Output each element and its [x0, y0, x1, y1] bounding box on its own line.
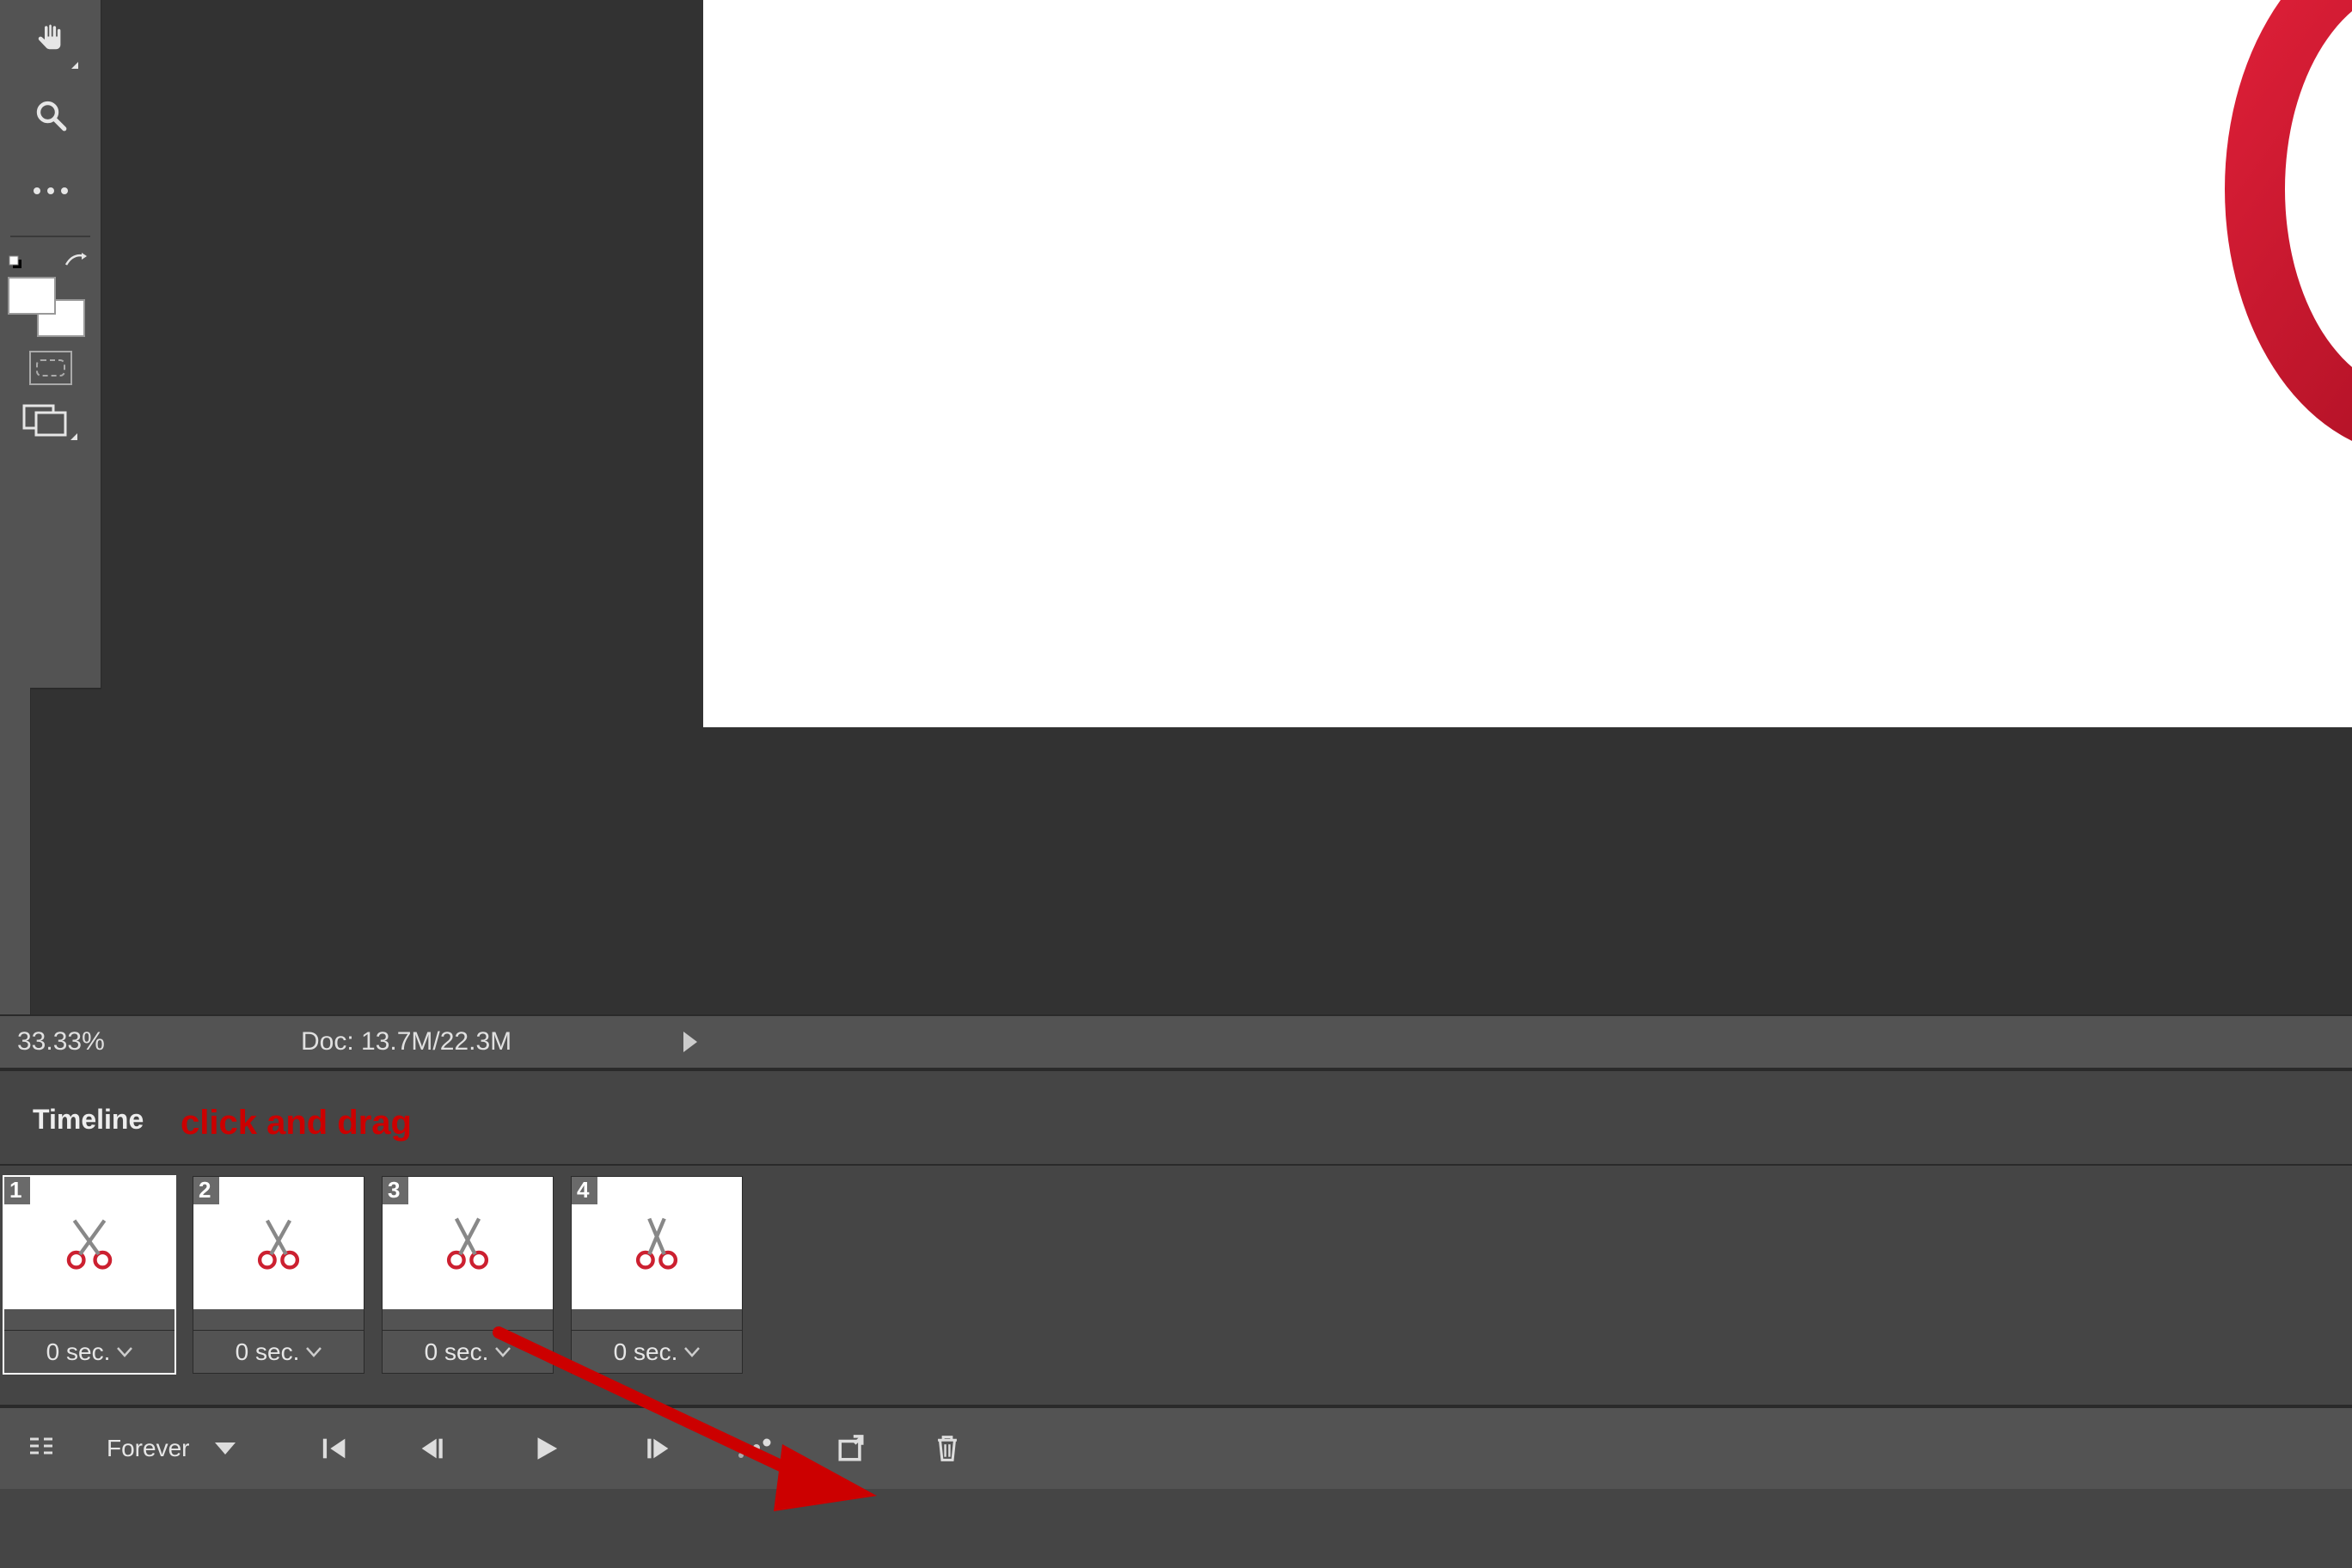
- scissors-icon: [59, 1213, 119, 1273]
- convert-timeline-button[interactable]: [10, 1424, 72, 1473]
- trash-icon: [934, 1434, 960, 1463]
- edit-toolbar-button[interactable]: [20, 160, 82, 222]
- frame-delay-value: 0 sec.: [614, 1338, 678, 1366]
- first-frame-button[interactable]: [304, 1424, 366, 1473]
- document-canvas[interactable]: [703, 0, 2352, 727]
- canvas-graphic: [2156, 0, 2352, 481]
- step-forward-icon: [644, 1434, 673, 1463]
- frame-2[interactable]: 2 0 sec.: [193, 1176, 364, 1374]
- duplicate-frame-button[interactable]: [820, 1424, 882, 1473]
- chevron-down-icon: [495, 1347, 511, 1357]
- new-frame-icon: [836, 1434, 866, 1463]
- quick-mask-button[interactable]: [29, 351, 72, 385]
- frame-delay-dropdown[interactable]: 0 sec.: [193, 1330, 364, 1373]
- hand-tool-button[interactable]: [20, 9, 82, 70]
- swap-colors-icon[interactable]: [63, 251, 89, 272]
- flyout-indicator-icon: [71, 62, 78, 69]
- previous-frame-button[interactable]: [401, 1424, 462, 1473]
- chevron-down-icon: [684, 1347, 700, 1357]
- frame-thumbnail[interactable]: 2: [193, 1177, 364, 1309]
- frame-number-badge: 2: [193, 1177, 219, 1204]
- zoom-tool-button[interactable]: [20, 84, 82, 146]
- frame-delay-value: 0 sec.: [46, 1338, 111, 1366]
- timeline-panel: Timeline click and drag 1 0 sec. 2: [0, 1069, 2352, 1568]
- tween-button[interactable]: [724, 1424, 786, 1473]
- status-more-icon[interactable]: [683, 1032, 697, 1052]
- frames-strip: 1 0 sec. 2: [0, 1166, 2352, 1406]
- frame-number-badge: 4: [572, 1177, 597, 1204]
- scissors-icon: [627, 1213, 687, 1273]
- frame-delay-value: 0 sec.: [425, 1338, 489, 1366]
- frame-delay-dropdown[interactable]: 0 sec.: [383, 1330, 553, 1373]
- frame-delay-value: 0 sec.: [236, 1338, 300, 1366]
- play-button[interactable]: [514, 1424, 576, 1473]
- timeline-tab[interactable]: Timeline: [15, 1092, 161, 1144]
- foreground-background-swatches[interactable]: [8, 251, 94, 337]
- chevron-down-icon: [215, 1442, 236, 1455]
- step-back-icon: [417, 1434, 446, 1463]
- frame-thumbnail[interactable]: 1: [4, 1177, 175, 1309]
- frame-1[interactable]: 1 0 sec.: [3, 1176, 175, 1374]
- play-icon: [530, 1434, 560, 1463]
- flyout-indicator-icon: [70, 433, 77, 440]
- frame-3[interactable]: 3 0 sec.: [382, 1176, 554, 1374]
- scissors-icon: [248, 1213, 309, 1273]
- canvas-area[interactable]: [101, 0, 2352, 1014]
- timeline-header: Timeline click and drag: [0, 1071, 2352, 1166]
- tween-icon: [738, 1438, 772, 1459]
- annotation-label: click and drag: [181, 1104, 412, 1142]
- chevron-down-icon: [306, 1347, 322, 1357]
- foreground-color-swatch[interactable]: [8, 277, 56, 315]
- more-icon: [34, 187, 68, 194]
- timeline-playbar: Forever: [0, 1406, 2352, 1489]
- default-colors-icon[interactable]: [8, 254, 23, 270]
- scissors-icon: [438, 1213, 498, 1273]
- tools-panel: [0, 0, 101, 688]
- loop-mode-dropdown[interactable]: Forever: [107, 1435, 236, 1462]
- frame-delay-dropdown[interactable]: 0 sec.: [4, 1330, 175, 1373]
- toolbar-divider: [10, 236, 91, 237]
- chevron-down-icon: [117, 1347, 132, 1357]
- frame-thumbnail[interactable]: 3: [383, 1177, 553, 1309]
- delete-frame-button[interactable]: [916, 1424, 978, 1473]
- frame-4[interactable]: 4 0 sec.: [571, 1176, 743, 1374]
- frame-thumbnail[interactable]: 4: [572, 1177, 742, 1309]
- status-bar: 33.33% Doc: 13.7M/22.3M: [0, 1014, 2352, 1069]
- skip-first-icon: [321, 1434, 350, 1463]
- loop-mode-label: Forever: [107, 1435, 189, 1462]
- frame-delay-dropdown[interactable]: 0 sec.: [572, 1330, 742, 1373]
- next-frame-button[interactable]: [628, 1424, 689, 1473]
- frame-number-badge: 1: [4, 1177, 30, 1204]
- zoom-level[interactable]: 33.33%: [17, 1027, 189, 1057]
- vertical-ruler[interactable]: [0, 688, 31, 1014]
- screen-mode-button[interactable]: [21, 399, 81, 442]
- frame-number-badge: 3: [383, 1177, 408, 1204]
- document-size[interactable]: Doc: 13.7M/22.3M: [301, 1027, 511, 1057]
